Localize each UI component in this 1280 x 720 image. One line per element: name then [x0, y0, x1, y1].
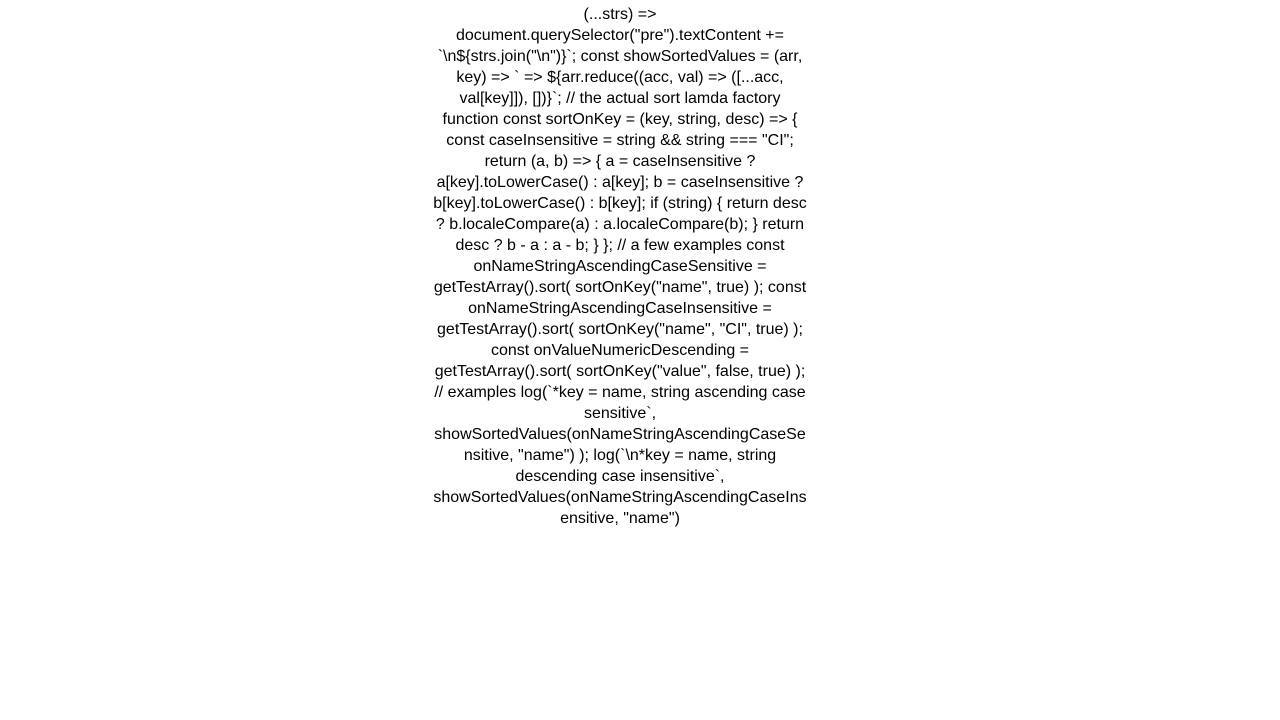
code-snippet-text: (...strs) => document.querySelector("pre…	[430, 4, 810, 529]
content-column: (...strs) => document.querySelector("pre…	[430, 0, 810, 529]
